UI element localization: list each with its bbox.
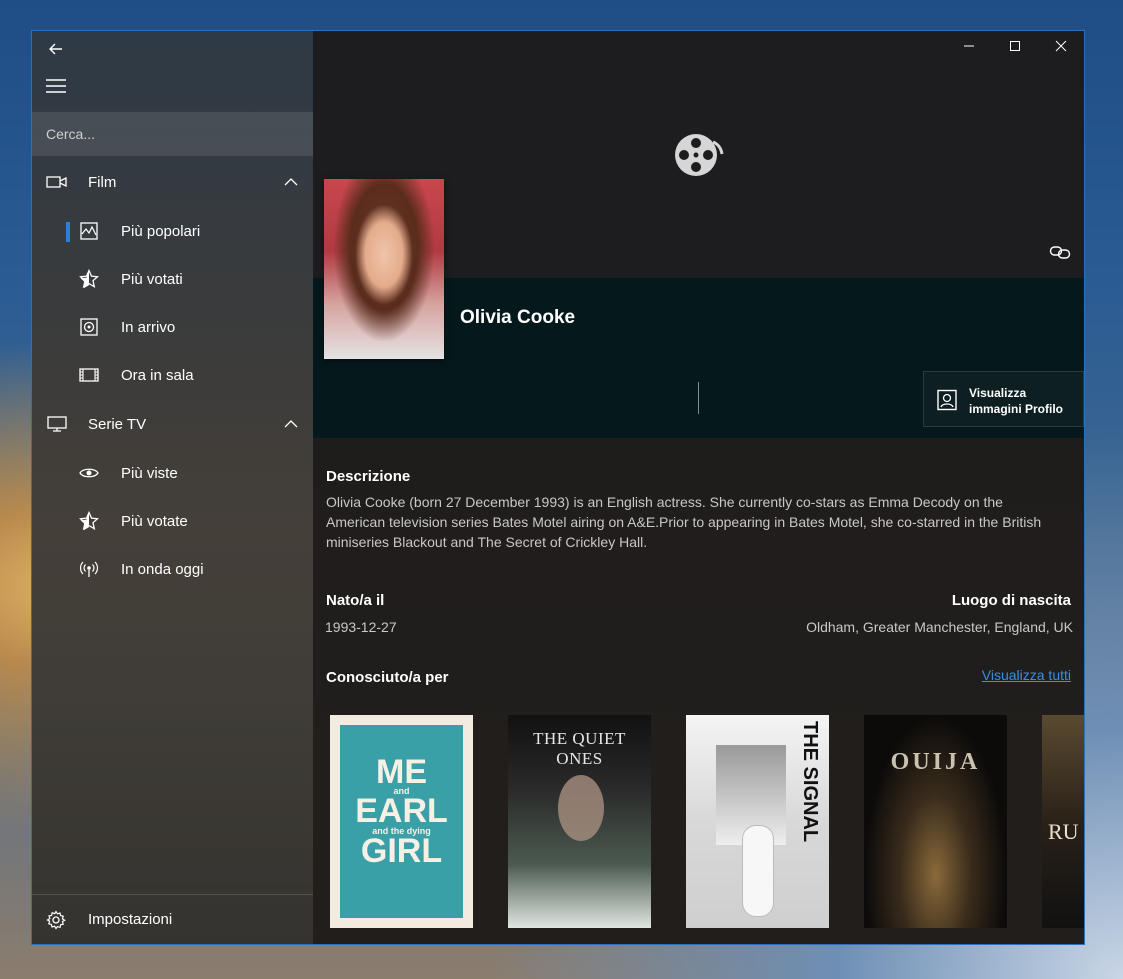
poster-card[interactable]: RU: [1042, 715, 1084, 928]
poster-face: [558, 775, 604, 841]
star-icon: [79, 511, 99, 531]
poster-card[interactable]: ME and EARL and the dying GIRL: [330, 715, 473, 928]
born-label: Nato/a il: [326, 592, 385, 609]
eye-icon: [79, 468, 99, 478]
selection-indicator: [66, 222, 70, 242]
minimize-icon: [964, 45, 974, 47]
sidebar-item-airing-today[interactable]: In onda oggi: [32, 547, 313, 591]
film-strip-icon: [79, 368, 99, 382]
sidebar-item-upcoming[interactable]: In arrivo: [32, 305, 313, 349]
poster-title: THE QUIET ONES: [533, 729, 626, 768]
poster-card[interactable]: OUIJA: [864, 715, 1007, 928]
poster-title: RU: [1048, 819, 1079, 844]
nav-group-tv-series[interactable]: Serie TV: [32, 402, 313, 446]
person-name: Olivia Cooke: [460, 307, 576, 328]
sidebar-item-label: Ora in sala: [121, 366, 194, 384]
sidebar-item-label: Più votati: [121, 270, 183, 288]
poster-astronaut: [742, 825, 774, 917]
back-arrow-icon: [49, 43, 62, 55]
close-icon: [1055, 40, 1067, 52]
sidebar-item-top-rated-movies[interactable]: Più votati: [32, 257, 313, 301]
sidebar-item-popular-movies[interactable]: Più popolari: [32, 209, 313, 253]
sidebar-item-label: Più viste: [121, 464, 178, 482]
born-value: 1993-12-27: [325, 619, 397, 635]
sidebar-item-now-playing[interactable]: Ora in sala: [32, 353, 313, 397]
known-for-title: Conosciuto/a per: [326, 669, 449, 686]
sidebar-item-label: In arrivo: [121, 318, 176, 336]
sidebar-item-label: Più votate: [121, 512, 188, 530]
film-reel-icon: [675, 134, 724, 176]
sidebar-item-label: Più popolari: [121, 222, 201, 240]
search-box[interactable]: [32, 112, 313, 156]
chevron-up-icon[interactable]: [283, 416, 299, 432]
view-profile-images-button[interactable]: Visualizza immagini Profilo: [923, 371, 1084, 427]
tv-monitor-icon: [47, 416, 67, 432]
chart-icon: [80, 222, 98, 240]
sidebar: Film Più popolari Più votati: [32, 31, 313, 944]
maximize-icon: [1010, 41, 1020, 51]
view-all-link[interactable]: Visualizza tutti: [982, 667, 1071, 683]
poster-card[interactable]: THE SIGNAL: [686, 715, 829, 928]
poster-title: OUIJA: [890, 749, 981, 775]
minimize-button[interactable]: [946, 31, 992, 61]
description-text: Olivia Cooke (born 27 December 1993) is …: [326, 494, 1042, 550]
settings-label: Impostazioni: [88, 911, 173, 928]
poster-title: ME and EARL and the dying GIRL: [355, 753, 448, 870]
maximize-button[interactable]: [992, 31, 1038, 61]
chevron-up-icon[interactable]: [283, 174, 299, 190]
settings-button[interactable]: Impostazioni: [32, 894, 313, 944]
birthplace-label: Luogo di nascita: [951, 592, 1071, 609]
hamburger-menu-button[interactable]: [36, 68, 76, 104]
search-input[interactable]: [32, 112, 313, 156]
sidebar-item-top-rated-series[interactable]: Più votate: [32, 499, 313, 543]
divider: [698, 382, 699, 414]
sidebar-item-label: In onda oggi: [121, 560, 204, 578]
nav-group-label: Film: [88, 173, 117, 191]
upcoming-icon: [80, 318, 98, 336]
main-content: Olivia Cooke Visualizza immagini Profilo…: [313, 31, 1084, 944]
gear-icon: [46, 910, 66, 930]
app-window: Film Più popolari Più votati: [31, 30, 1085, 945]
poster-card[interactable]: THE QUIET ONES: [508, 715, 651, 928]
description-title: Descrizione: [326, 468, 411, 485]
portrait-icon: [937, 389, 957, 411]
hamburger-icon: [46, 79, 66, 93]
close-button[interactable]: [1038, 31, 1084, 61]
poster-title: THE SIGNAL: [799, 721, 821, 843]
star-icon: [79, 269, 99, 289]
back-button[interactable]: [36, 31, 76, 67]
video-camera-icon: [46, 176, 67, 188]
link-icon[interactable]: [1049, 244, 1071, 260]
nav-group-film[interactable]: Film: [32, 160, 313, 204]
birthplace-value: Oldham, Greater Manchester, England, UK: [806, 619, 1073, 635]
view-profile-images-label: Visualizza immagini Profilo: [969, 386, 1064, 416]
sidebar-item-most-watched[interactable]: Più viste: [32, 451, 313, 495]
nav-group-label: Serie TV: [88, 415, 147, 433]
profile-photo: [324, 179, 444, 359]
broadcast-icon: [79, 561, 99, 577]
